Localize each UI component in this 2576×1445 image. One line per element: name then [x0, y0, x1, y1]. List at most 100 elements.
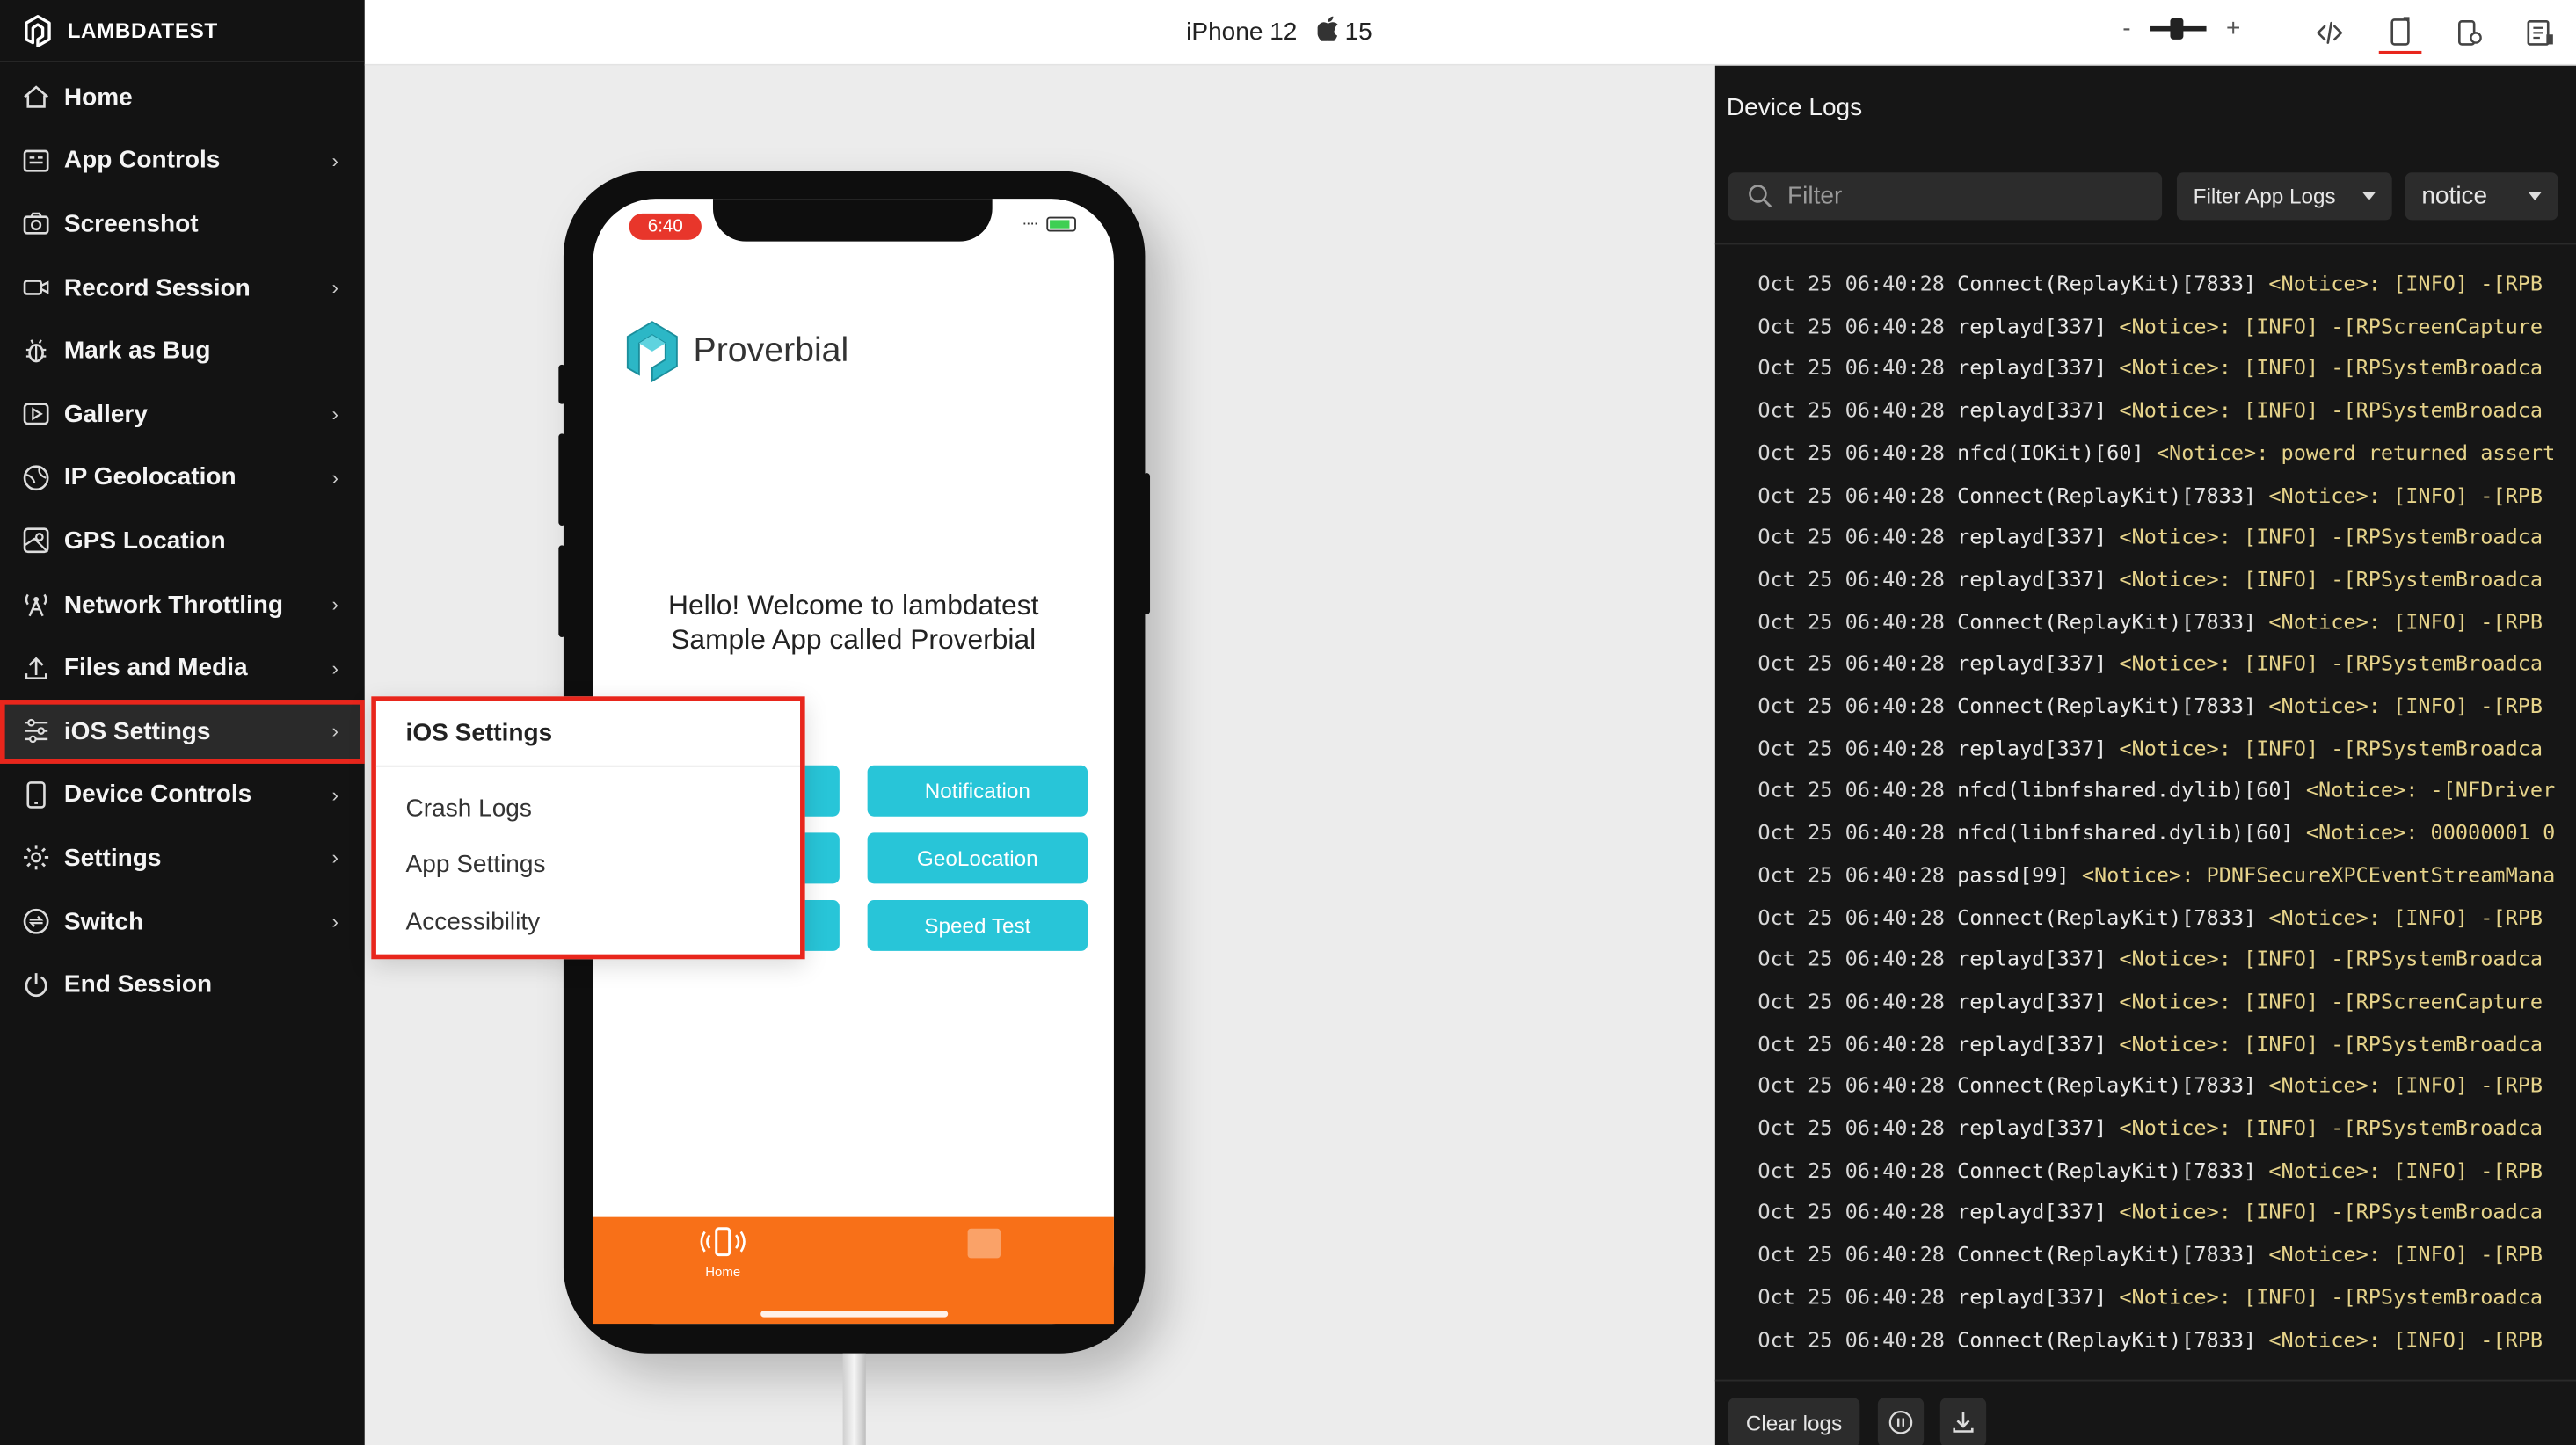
log-date: Oct 25 06:40:28	[1757, 524, 1945, 549]
sliders-icon	[21, 716, 51, 746]
sidebar-item-settings[interactable]: Settings ›	[0, 826, 365, 890]
log-date: Oct 25 06:40:28	[1757, 1241, 1945, 1267]
ios-settings-submenu: iOS Settings Crash Logs App Settings Acc…	[371, 696, 805, 960]
signal-icon: ····	[1022, 214, 1038, 234]
rotate-device-icon[interactable]	[2378, 11, 2422, 54]
log-source: Connect(ReplayKit)[7833]	[1957, 1157, 2257, 1182]
filter-app-logs-dropdown[interactable]: Filter App Logs	[2176, 172, 2392, 221]
welcome-text: Hello! Welcome to lambdatest Sample App …	[593, 588, 1114, 657]
sidebar-item-gallery[interactable]: Gallery ›	[0, 382, 365, 446]
log-message: <Notice>: [INFO] -[RPSystemBroadca	[2119, 1030, 2543, 1056]
chevron-right-icon: ›	[331, 149, 338, 173]
power-button	[1143, 473, 1151, 614]
sidebar-item-label: Settings	[63, 844, 162, 873]
log-line: Oct 25 06:40:28 replayd[337] <Notice>: […	[1757, 524, 2543, 548]
log-date: Oct 25 06:40:28	[1757, 946, 1945, 971]
sidebar-item-label: Mark as Bug	[63, 337, 211, 366]
log-date: Oct 25 06:40:28	[1757, 439, 1945, 465]
tab-home[interactable]: Home	[690, 1225, 756, 1280]
code-inspector-icon[interactable]	[2308, 11, 2351, 54]
tab-secondary-icon[interactable]	[967, 1228, 1001, 1259]
log-source: Connect(ReplayKit)[7833]	[1957, 1072, 2257, 1098]
log-list[interactable]: Oct 25 06:40:28 Connect(ReplayKit)[7833]…	[1714, 243, 2576, 1376]
log-source: Connect(ReplayKit)[7833]	[1957, 482, 2257, 507]
sidebar-item-switch[interactable]: Switch ›	[0, 890, 365, 953]
sidebar-item-end-session[interactable]: End Session	[0, 953, 365, 1016]
download-logs-button[interactable]	[1939, 1398, 1987, 1445]
log-message: <Notice>: [INFO] -[RPSystemBroadca	[2119, 1283, 2543, 1309]
clear-logs-button[interactable]: Clear logs	[1728, 1398, 1860, 1445]
sidebar-item-ip-geolocation[interactable]: IP Geolocation ›	[0, 446, 365, 509]
log-message: <Notice>: [INFO] -[RPSystemBroadca	[2119, 946, 2543, 971]
pause-logs-button[interactable]	[1877, 1398, 1925, 1445]
speed-test-button[interactable]: Speed Test	[867, 900, 1088, 951]
sidebar-item-record-session[interactable]: Record Session ›	[0, 256, 365, 319]
zoom-control: - +	[2122, 15, 2240, 43]
sidebar-item-label: End Session	[63, 970, 213, 999]
gallery-icon	[21, 400, 51, 430]
zoom-out-button[interactable]: -	[2122, 15, 2130, 43]
log-message: <Notice>: -[NFDriver	[2305, 777, 2556, 802]
sidebar-item-ios-settings[interactable]: iOS Settings ›	[0, 699, 365, 764]
log-source: replayd[337]	[1957, 1283, 2107, 1309]
sidebar-item-label: App Controls	[63, 147, 221, 175]
sidebar-item-screenshot[interactable]: Screenshot	[0, 192, 365, 256]
chevron-down-icon	[2362, 192, 2376, 200]
log-line: Oct 25 06:40:28 Connect(ReplayKit)[7833]…	[1757, 608, 2543, 633]
log-source: replayd[337]	[1957, 397, 2107, 423]
submenu-list: Crash Logs App Settings Accessibility	[376, 767, 800, 950]
notification-button[interactable]: Notification	[867, 765, 1088, 817]
sidebar-item-home[interactable]: Home	[0, 66, 365, 129]
device-name: iPhone 12	[1186, 18, 1298, 47]
device-settings-icon[interactable]	[2448, 11, 2491, 54]
log-date: Oct 25 06:40:28	[1757, 819, 1945, 845]
log-line: Oct 25 06:40:28 replayd[337] <Notice>: […	[1757, 566, 2543, 591]
log-date: Oct 25 06:40:28	[1757, 397, 1945, 423]
log-line: Oct 25 06:40:28 Connect(ReplayKit)[7833]…	[1757, 1158, 2543, 1182]
log-line: Oct 25 06:40:28 Connect(ReplayKit)[7833]…	[1757, 482, 2543, 506]
app-name: Proverbial	[693, 331, 849, 370]
log-line: Oct 25 06:40:28 replayd[337] <Notice>: […	[1757, 1284, 2543, 1309]
zoom-in-button[interactable]: +	[2226, 15, 2240, 43]
log-date: Oct 25 06:40:28	[1757, 693, 1945, 718]
log-source: Connect(ReplayKit)[7833]	[1957, 1241, 2257, 1267]
chevron-right-icon: ›	[331, 783, 338, 807]
sidebar-item-label: IP Geolocation	[63, 463, 236, 492]
sidebar-item-network-throttling[interactable]: Network Throttling ›	[0, 573, 365, 636]
log-source: replayd[337]	[1957, 1199, 2107, 1224]
device-logs-icon[interactable]	[2519, 11, 2562, 54]
sidebar-item-label: iOS Settings	[63, 717, 211, 745]
sidebar-item-files-and-media[interactable]: Files and Media ›	[0, 636, 365, 700]
sidebar-item-gps-location[interactable]: GPS Location	[0, 510, 365, 573]
sidebar-item-mark-as-bug[interactable]: Mark as Bug	[0, 319, 365, 382]
submenu-item-crash-logs[interactable]: Crash Logs	[376, 781, 800, 837]
log-line: Oct 25 06:40:28 nfcd(libnfshared.dylib)[…	[1757, 778, 2555, 802]
log-source: replayd[337]	[1957, 946, 2107, 971]
submenu-item-accessibility[interactable]: Accessibility	[376, 894, 800, 950]
log-message: <Notice>: [INFO] -[RPB	[2268, 1241, 2543, 1267]
chevron-right-icon: ›	[331, 403, 338, 426]
bug-icon	[21, 336, 51, 366]
zoom-slider-knob[interactable]	[2170, 18, 2184, 40]
log-message: <Notice>: PDNFSecureXPCEventStreamMana	[2081, 861, 2556, 887]
logs-footer: Clear logs	[1714, 1379, 2576, 1445]
sidebar-item-app-controls[interactable]: App Controls ›	[0, 129, 365, 192]
pause-icon	[1888, 1410, 1913, 1434]
log-message: <Notice>: [INFO] -[RPSystemBroadca	[2119, 1199, 2543, 1224]
camera-icon	[21, 209, 51, 239]
log-line: Oct 25 06:40:28 Connect(ReplayKit)[7833]…	[1757, 693, 2543, 718]
submenu-item-app-settings[interactable]: App Settings	[376, 837, 800, 893]
log-message: <Notice>: [INFO] -[RPB	[2268, 1072, 2543, 1098]
geolocation-button[interactable]: GeoLocation	[867, 832, 1088, 884]
log-message: <Notice>: [INFO] -[RPB	[2268, 271, 2543, 296]
sidebar-item-device-controls[interactable]: Device Controls ›	[0, 763, 365, 826]
sidebar-item-label: Network Throttling	[63, 590, 284, 619]
log-line: Oct 25 06:40:28 Connect(ReplayKit)[7833]…	[1757, 1242, 2543, 1267]
sidebar-item-label: Record Session	[63, 273, 251, 302]
logs-filter-input[interactable]: Filter	[1728, 172, 2163, 221]
log-level-dropdown[interactable]: notice	[2405, 172, 2558, 221]
log-source: nfcd(libnfshared.dylib)[60]	[1957, 819, 2294, 845]
logs-title: Device Logs	[1726, 93, 1863, 122]
log-source: replayd[337]	[1957, 524, 2107, 549]
zoom-slider[interactable]	[2150, 18, 2207, 40]
